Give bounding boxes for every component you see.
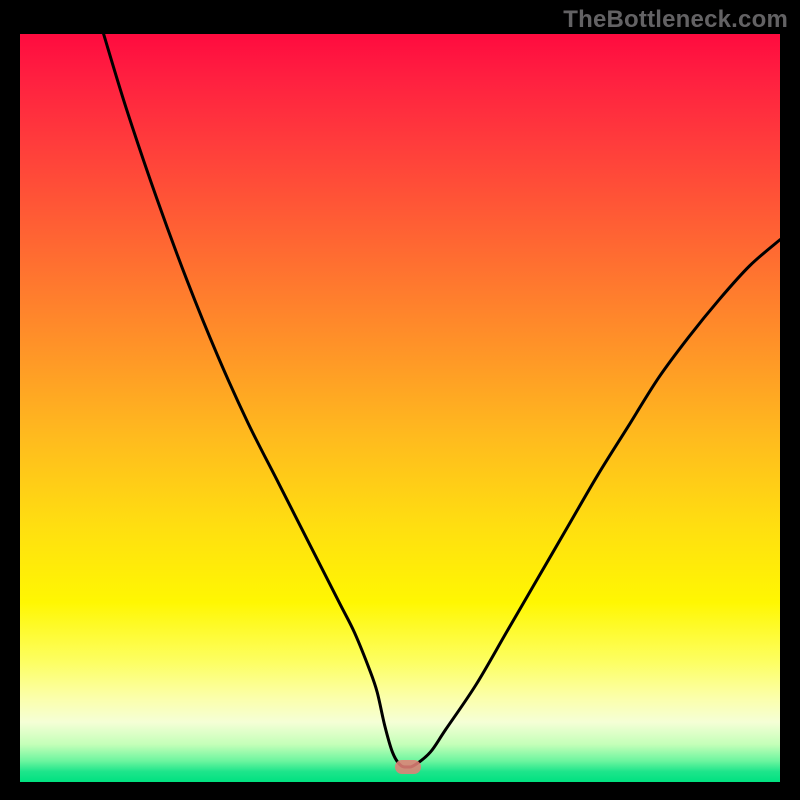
chart-frame: TheBottleneck.com <box>0 0 800 800</box>
plot-area <box>20 34 780 782</box>
watermark-text: TheBottleneck.com <box>563 6 788 34</box>
bottleneck-curve <box>20 34 780 782</box>
optimal-point-marker <box>395 760 421 774</box>
